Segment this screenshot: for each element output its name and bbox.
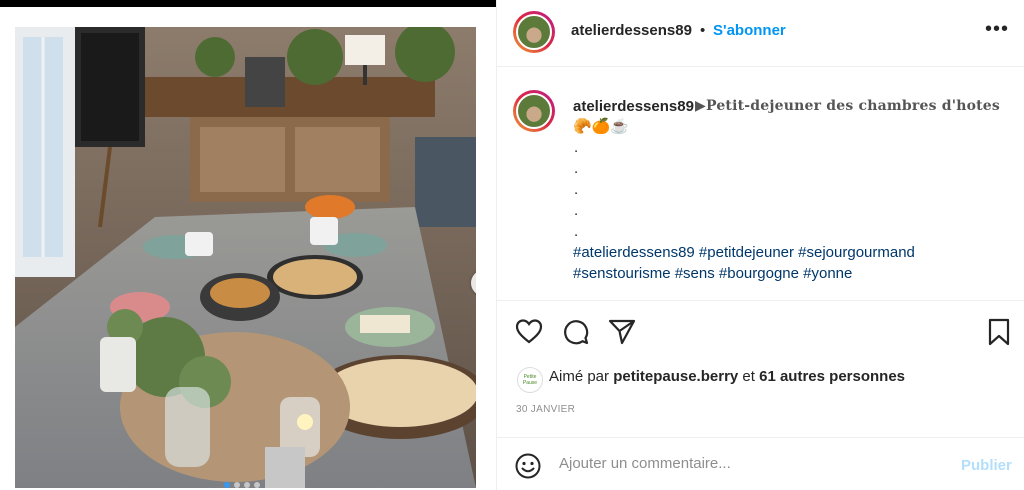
author-avatar[interactable] [513, 11, 555, 53]
caption-hashtags: #atelierdessens89 #petitdejeuner #sejour… [573, 242, 1013, 284]
caption-section: atelierdessens89 ▶Petit-dejeuner des cha… [497, 67, 1024, 301]
caption-dot-line: . [574, 223, 579, 240]
share-send-icon[interactable] [608, 319, 636, 350]
breakfast-table-illustration [15, 27, 476, 488]
comment-bar: Publier [497, 437, 1024, 490]
likes-others-count[interactable]: 61 autres personnes [759, 368, 905, 385]
publish-button[interactable]: Publier [961, 457, 1012, 474]
follow-button[interactable]: S'abonner [713, 22, 786, 39]
liker-avatar[interactable]: Petite Pause [517, 367, 543, 393]
caption-dot-line: . [574, 181, 579, 198]
caption-username[interactable]: atelierdessens89 [573, 98, 694, 115]
liker-avatar-logo-text: Petite Pause [522, 374, 538, 386]
carousel-dots [224, 482, 260, 488]
caption-dot-line: . [574, 160, 579, 177]
post-photo[interactable]: › [15, 27, 476, 488]
action-bar [497, 301, 1024, 361]
comment-bubble-icon[interactable] [562, 318, 590, 351]
carousel-dot [234, 482, 240, 488]
caption-dot-line: . [574, 139, 579, 156]
header-separator: • [700, 22, 706, 39]
likes-prefix: Aimé par [549, 368, 610, 385]
caption-author-avatar[interactable] [513, 90, 555, 132]
carousel-dot-active [224, 482, 230, 488]
save-bookmark-icon[interactable] [987, 318, 1011, 351]
top-black-bar [0, 0, 496, 7]
like-heart-icon[interactable] [515, 318, 543, 349]
author-username[interactable]: atelierdessens89 [571, 22, 692, 39]
hashtags-line[interactable]: #senstourisme #sens #bourgogne #yonne [573, 263, 1013, 284]
carousel-dot [254, 482, 260, 488]
more-options-icon[interactable]: ••• [985, 18, 1009, 41]
liker-username[interactable]: petitepause.berry [613, 368, 738, 385]
likes-text: Aimé par petitepause.berry et 61 autres … [549, 368, 905, 385]
emoji-smiley-icon[interactable] [515, 453, 541, 484]
post-sidebar: atelierdessens89 • S'abonner ••• atelier… [496, 0, 1024, 490]
likes-connector: et [742, 368, 755, 385]
caption-emojis: 🥐🍊☕ [573, 118, 630, 135]
post-header: atelierdessens89 • S'abonner ••• [497, 0, 1024, 67]
post-date[interactable]: 30 JANVIER [516, 404, 575, 415]
carousel-dot [244, 482, 250, 488]
hashtags-line[interactable]: #atelierdessens89 #petitdejeuner #sejour… [573, 242, 1013, 263]
likes-row: Petite Pause Aimé par petitepause.berry … [497, 361, 1024, 395]
photo-pane: › [0, 7, 496, 490]
caption-dot-line: . [574, 202, 579, 219]
caption-title: ▶Petit-dejeuner des chambres d'hotes [695, 98, 1000, 114]
comment-input[interactable] [559, 455, 939, 472]
